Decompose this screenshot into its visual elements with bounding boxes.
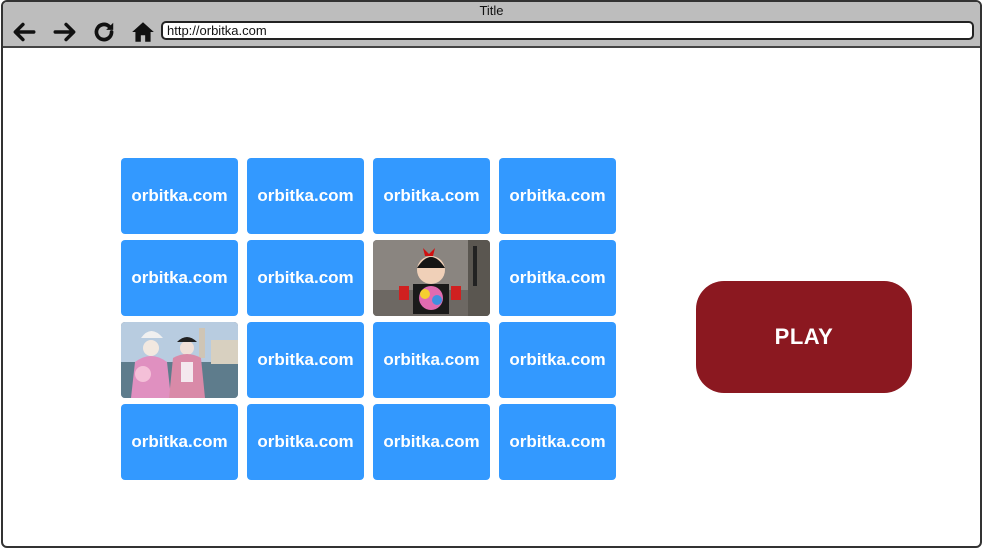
- arrow-left-icon: [13, 22, 36, 42]
- card-label: orbitka.com: [383, 186, 480, 205]
- card-label: orbitka.com: [383, 432, 480, 451]
- forward-button[interactable]: [51, 18, 79, 46]
- memory-card-back[interactable]: orbitka.com: [373, 158, 490, 234]
- card-label: orbitka.com: [131, 268, 228, 287]
- memory-card-back[interactable]: orbitka.com: [247, 322, 364, 398]
- card-label: orbitka.com: [509, 432, 606, 451]
- back-button[interactable]: [10, 18, 38, 46]
- memory-card-back[interactable]: orbitka.com: [499, 404, 616, 480]
- window-title: Title: [479, 3, 504, 18]
- memory-card-revealed[interactable]: [373, 240, 490, 316]
- card-label: orbitka.com: [509, 186, 606, 205]
- card-label: orbitka.com: [257, 186, 354, 205]
- photo-carnival-couple: [121, 322, 238, 398]
- memory-card-revealed[interactable]: [121, 322, 238, 398]
- memory-card-back[interactable]: orbitka.com: [499, 158, 616, 234]
- reload-button[interactable]: [90, 18, 118, 46]
- memory-card-back[interactable]: orbitka.com: [121, 240, 238, 316]
- photo-child-costume: [373, 240, 490, 316]
- card-label: orbitka.com: [509, 350, 606, 369]
- card-label: orbitka.com: [131, 432, 228, 451]
- memory-card-back[interactable]: orbitka.com: [247, 240, 364, 316]
- address-bar[interactable]: http://orbitka.com: [161, 21, 974, 40]
- memory-card-back[interactable]: orbitka.com: [247, 158, 364, 234]
- card-label: orbitka.com: [131, 186, 228, 205]
- memory-card-grid: orbitka.com orbitka.com orbitka.com orbitka…: [121, 158, 616, 480]
- reload-icon: [94, 22, 114, 42]
- memory-card-back[interactable]: orbitka.com: [373, 322, 490, 398]
- memory-card-back[interactable]: orbitka.com: [499, 322, 616, 398]
- card-label: orbitka.com: [257, 432, 354, 451]
- card-label: orbitka.com: [383, 350, 480, 369]
- memory-card-back[interactable]: orbitka.com: [121, 158, 238, 234]
- memory-card-back[interactable]: orbitka.com: [247, 404, 364, 480]
- arrow-right-icon: [53, 22, 76, 42]
- card-label: orbitka.com: [257, 350, 354, 369]
- browser-titlebar: Title http://orbitka.com: [3, 2, 980, 48]
- card-label: orbitka.com: [509, 268, 606, 287]
- memory-card-back[interactable]: orbitka.com: [499, 240, 616, 316]
- address-text: http://orbitka.com: [167, 23, 267, 38]
- memory-card-back[interactable]: orbitka.com: [373, 404, 490, 480]
- home-button[interactable]: [129, 18, 157, 46]
- memory-card-back[interactable]: orbitka.com: [121, 404, 238, 480]
- home-icon: [132, 22, 154, 42]
- play-button[interactable]: PLAY: [696, 281, 912, 393]
- card-label: orbitka.com: [257, 268, 354, 287]
